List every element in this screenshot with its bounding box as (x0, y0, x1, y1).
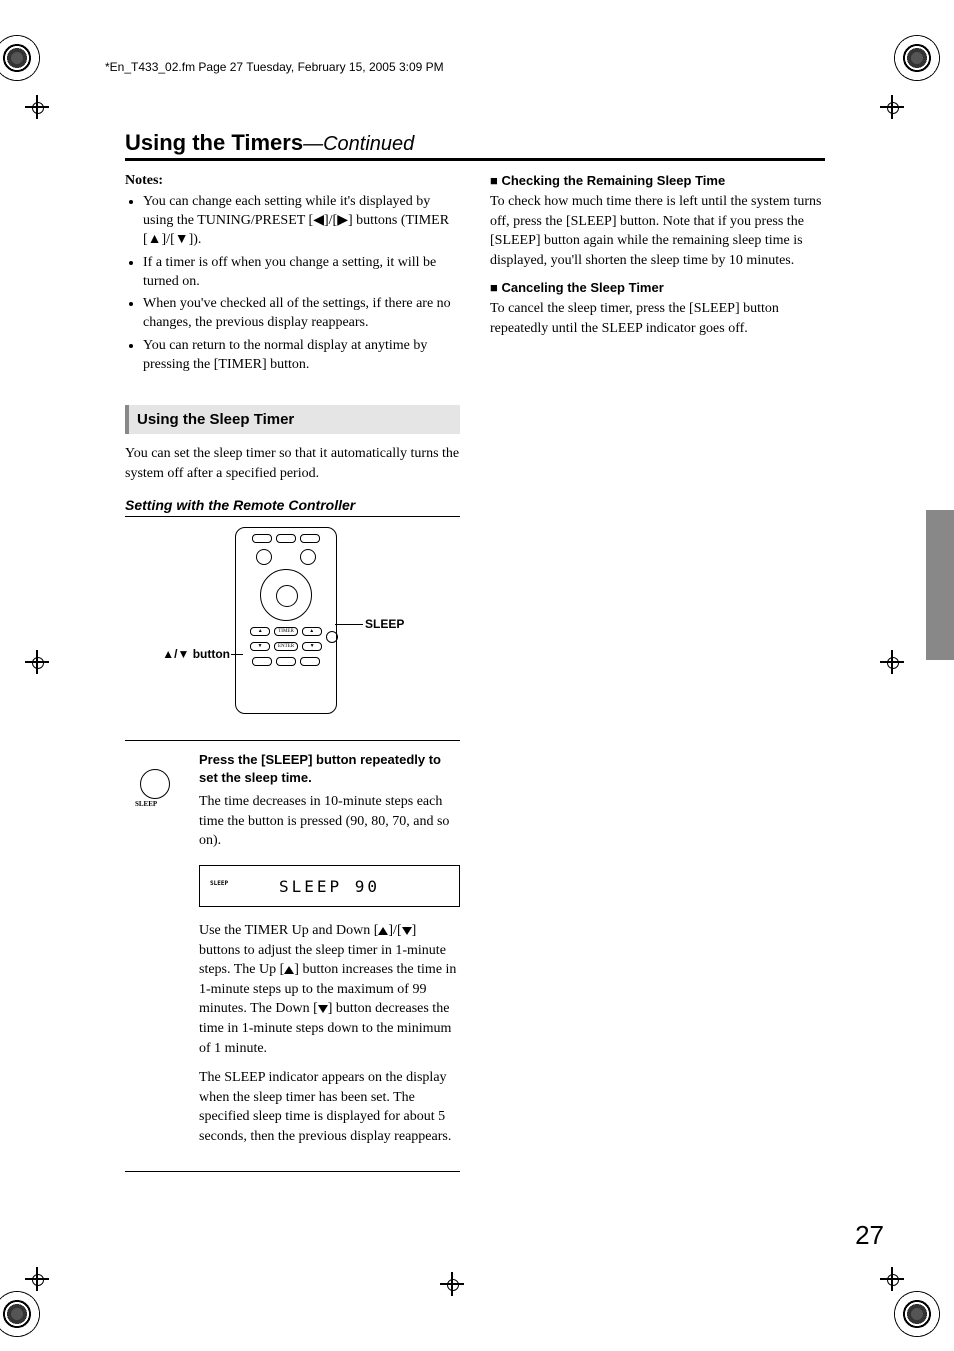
crop-ornament-bl (0, 1291, 40, 1337)
registration-mark (25, 1267, 49, 1291)
sleep-button-icon: SLEEP (140, 769, 170, 799)
down-triangle-icon (402, 927, 412, 935)
step-para-1: The time decreases in 10-minute steps ea… (199, 792, 460, 851)
subheading-remote: Setting with the Remote Controller (125, 497, 460, 517)
notes-list: You can change each setting while it's d… (125, 193, 460, 375)
up-triangle-icon (378, 927, 388, 935)
step-icon: SLEEP (125, 751, 185, 1156)
section-continued: —Continued (303, 133, 414, 155)
display-example: SLEEP SLEEP 90 (199, 865, 460, 907)
right-column: Checking the Remaining Sleep Time To che… (490, 173, 825, 1172)
crop-ornament-tl (0, 35, 40, 81)
sleep-intro: You can set the sleep timer so that it a… (125, 444, 460, 483)
step-instruction: Press the [SLEEP] button repeatedly to s… (199, 751, 460, 786)
section-title: Using the Timers—Continued (125, 130, 825, 161)
registration-mark (25, 650, 49, 674)
step-block: SLEEP Press the [SLEEP] button repeatedl… (125, 740, 460, 1171)
up-triangle-icon (284, 966, 294, 974)
right-heading-check: Checking the Remaining Sleep Time (490, 173, 825, 188)
right-para-2: To cancel the sleep timer, press the [SL… (490, 299, 825, 338)
crop-mark-header: *En_T433_02.fm Page 27 Tuesday, February… (105, 60, 444, 74)
display-text: SLEEP 90 (279, 877, 380, 896)
sleep-button-label: SLEEP (135, 800, 157, 808)
display-indicator: SLEEP (210, 880, 228, 887)
down-triangle-icon (318, 1005, 328, 1013)
note-item: When you've checked all of the settings,… (143, 295, 460, 333)
remote-body: ▲TIMER▲ ▼ENTER▼ (235, 527, 337, 714)
right-para-1: To check how much time there is left unt… (490, 192, 825, 270)
sleep-button-on-remote (326, 631, 338, 643)
callout-sleep: SLEEP (365, 617, 404, 631)
remote-diagram: ▲TIMER▲ ▼ENTER▼ SLEEP ▲/▼ button (125, 527, 460, 722)
note-item: You can return to the normal display at … (143, 337, 460, 375)
crop-ornament-tr (894, 35, 940, 81)
step-para-3: The SLEEP indicator appears on the displ… (199, 1068, 460, 1146)
note-item: If a timer is off when you change a sett… (143, 254, 460, 292)
step-para-2: Use the TIMER Up and Down []/[] buttons … (199, 921, 460, 1058)
registration-mark (25, 95, 49, 119)
note-item: You can change each setting while it's d… (143, 193, 460, 250)
registration-mark (440, 1272, 464, 1296)
registration-mark (880, 95, 904, 119)
callout-line (231, 654, 243, 655)
page-content: Using the Timers—Continued Notes: You ca… (125, 130, 825, 1172)
crop-ornament-br (894, 1291, 940, 1337)
sleep-timer-heading: Using the Sleep Timer (125, 405, 460, 434)
section-title-text: Using the Timers (125, 130, 303, 155)
left-column: Notes: You can change each setting while… (125, 173, 460, 1172)
notes-heading: Notes: (125, 173, 460, 189)
registration-mark (880, 1267, 904, 1291)
callout-line (335, 624, 363, 625)
right-heading-cancel: Canceling the Sleep Timer (490, 280, 825, 295)
registration-mark (880, 650, 904, 674)
page-edge-tab (926, 510, 954, 660)
callout-updown: ▲/▼ button (140, 647, 230, 661)
page-number: 27 (855, 1220, 884, 1251)
